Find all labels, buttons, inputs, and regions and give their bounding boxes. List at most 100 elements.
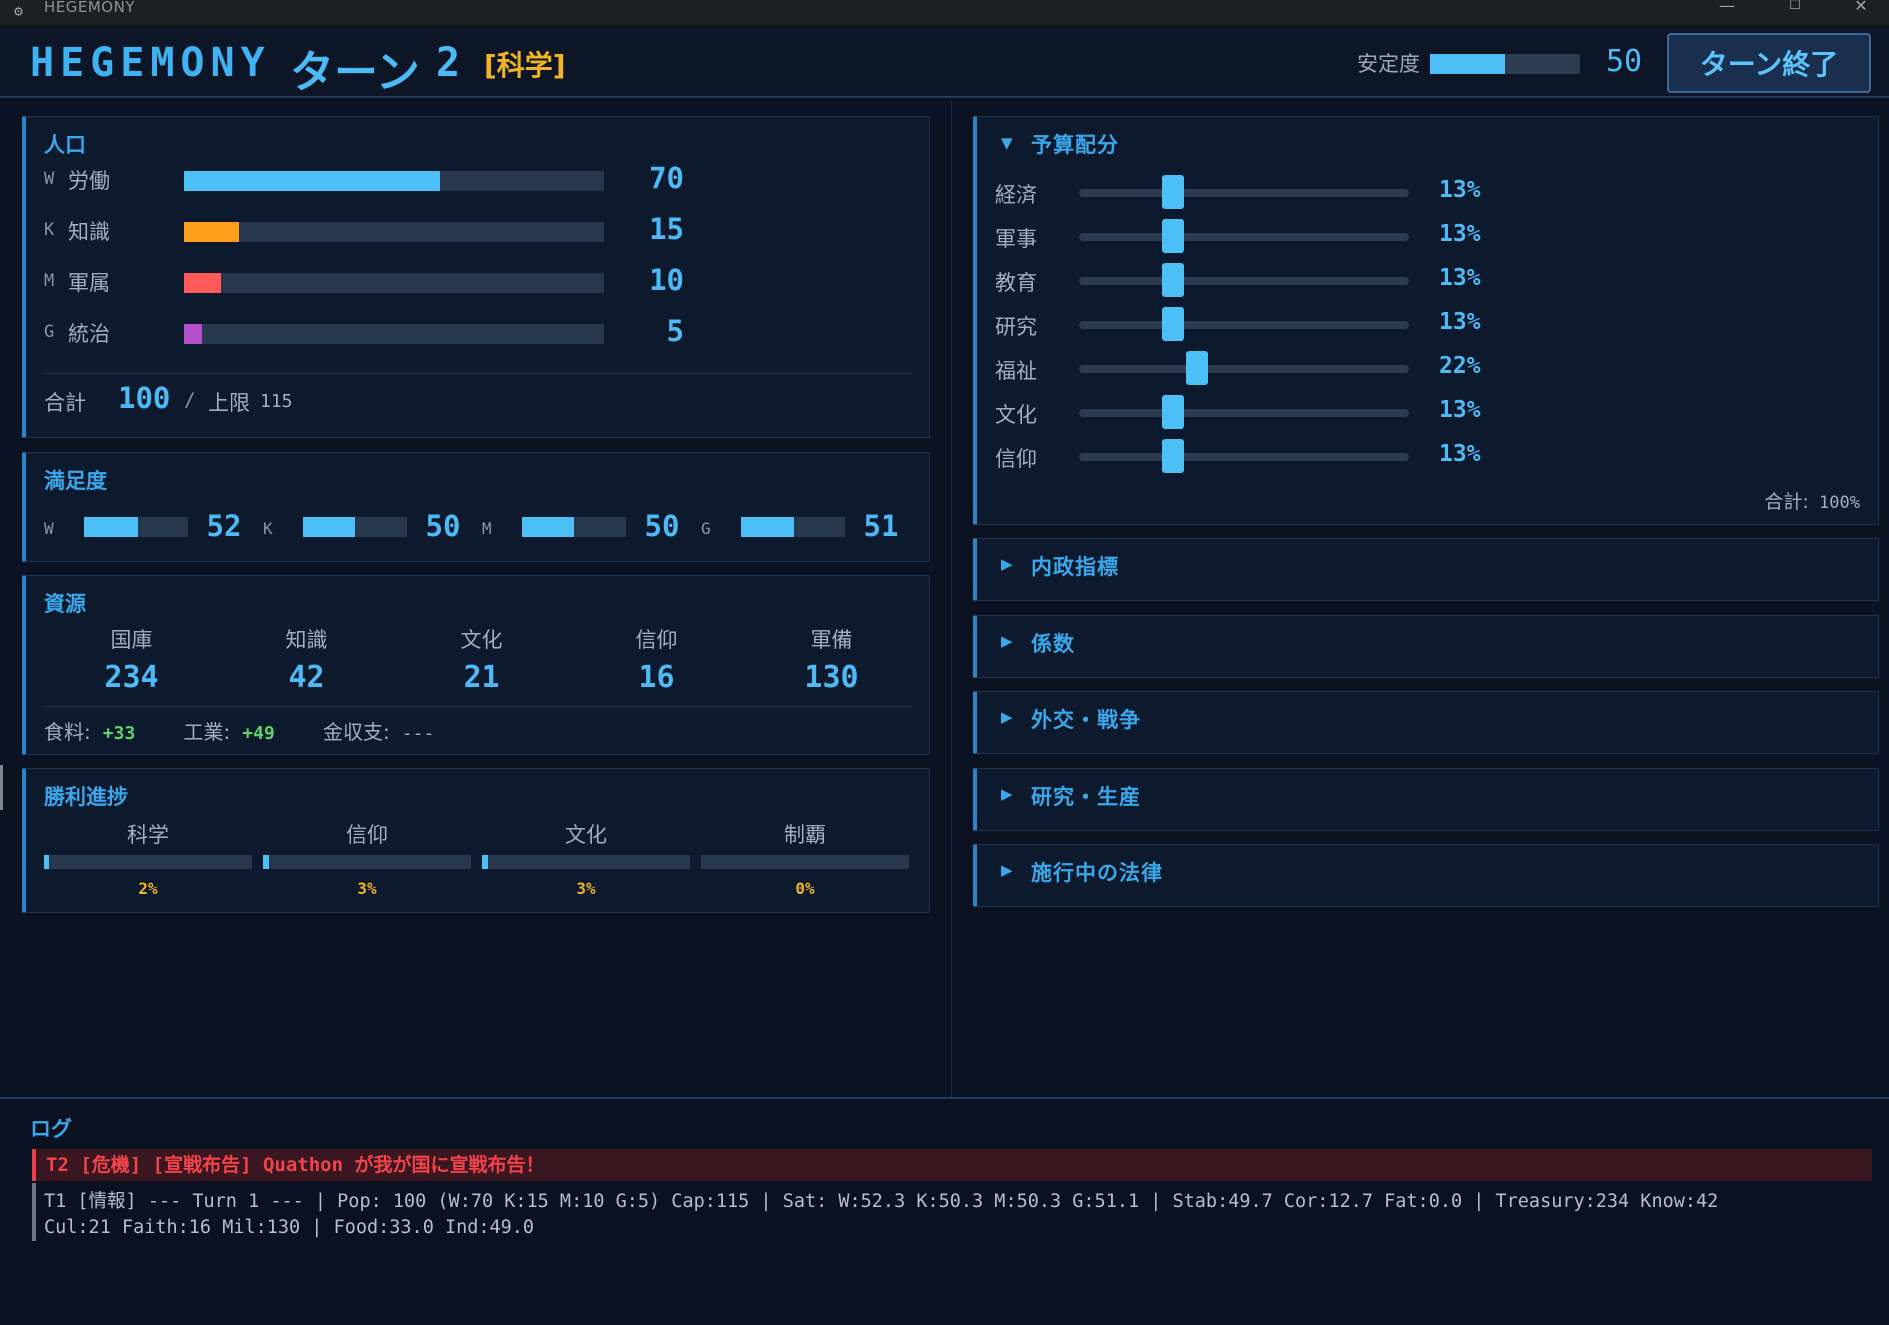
population-row: K 知識 15	[44, 212, 744, 252]
expand-triangle-icon[interactable]: ▶	[1001, 785, 1013, 803]
population-code: G	[44, 322, 55, 342]
victory-name: 文化	[565, 823, 607, 847]
minimize-icon[interactable]: —	[1697, 0, 1757, 14]
population-name: 統治	[68, 322, 110, 346]
resources-footer: 食料: +33 工業: +49 金収支: ---	[44, 716, 434, 745]
collapsible-section[interactable]: ▶ 研究・生産	[973, 767, 1879, 831]
section-title[interactable]: 研究・生産	[1031, 781, 1141, 811]
population-value: 10	[649, 263, 684, 297]
collapsible-section[interactable]: ▶ 係数	[973, 614, 1879, 678]
population-bar-fill	[184, 222, 239, 242]
satisfaction-code: G	[701, 519, 711, 538]
population-code: W	[44, 169, 55, 189]
victory-progress-fill	[44, 855, 50, 869]
budget-row: 信仰 13%	[995, 437, 1495, 477]
section-title[interactable]: 施行中の法律	[1031, 857, 1163, 887]
satisfaction-code: M	[482, 519, 492, 538]
collapsible-section[interactable]: ▶ 内政指標	[973, 538, 1879, 601]
population-bar	[184, 222, 604, 242]
section-title[interactable]: 内政指標	[1031, 551, 1119, 581]
satisfaction-group: W 52	[44, 509, 259, 551]
budget-row: 軍事 13%	[995, 217, 1495, 257]
budget-slider-track[interactable]	[1079, 233, 1409, 241]
population-bar-fill	[184, 171, 441, 191]
population-row: W 労働 70	[44, 161, 744, 201]
population-name: 知識	[68, 220, 110, 244]
gold-balance-value: ---	[401, 723, 435, 744]
satisfaction-title: 満足度	[44, 469, 107, 493]
population-cap-value: 115	[260, 391, 293, 412]
maximize-icon[interactable]: ☐	[1765, 0, 1825, 14]
resources-divider	[44, 706, 912, 707]
budget-slider-thumb[interactable]	[1186, 351, 1209, 385]
budget-name: 経済	[995, 183, 1037, 207]
victory-item: 信仰 3%	[263, 819, 471, 898]
budget-slider-track[interactable]	[1079, 365, 1409, 373]
population-bar-fill	[184, 273, 221, 293]
budget-slider-thumb[interactable]	[1162, 219, 1185, 253]
satisfaction-value: 50	[425, 509, 461, 543]
budget-slider-track[interactable]	[1079, 277, 1409, 285]
budget-value: 13%	[1439, 309, 1481, 335]
population-code: K	[44, 220, 55, 240]
budget-name: 軍事	[995, 227, 1037, 251]
budget-name: 信仰	[995, 447, 1037, 471]
close-icon[interactable]: ✕	[1836, 0, 1886, 14]
victory-title: 勝利進捗	[44, 785, 128, 809]
resource-item: 国庫 234	[44, 624, 219, 695]
budget-slider-track[interactable]	[1079, 189, 1409, 197]
budget-slider-thumb[interactable]	[1162, 439, 1185, 473]
satisfaction-bar	[741, 517, 845, 537]
section-title[interactable]: 係数	[1031, 628, 1075, 658]
section-title[interactable]: 外交・戦争	[1031, 704, 1141, 734]
budget-slider-thumb[interactable]	[1162, 263, 1185, 297]
stability-value: 50	[1606, 44, 1643, 79]
industry-value: +49	[242, 723, 275, 744]
game-header: HEGEMONY ターン 2 [科学] 安定度 50 ターン終了	[0, 26, 1889, 98]
resource-name: 知識	[285, 628, 328, 652]
victory-value: 0%	[795, 879, 815, 898]
budget-row: 福祉 22%	[995, 349, 1495, 389]
victory-mode-badge: [科学]	[484, 49, 566, 82]
budget-value: 13%	[1439, 397, 1481, 423]
end-turn-button[interactable]: ターン終了	[1667, 33, 1871, 93]
resource-item: 知識 42	[219, 624, 394, 695]
industry-label: 工業:	[183, 720, 231, 744]
collapsible-section[interactable]: ▶ 外交・戦争	[973, 691, 1879, 754]
resource-value: 21	[463, 660, 500, 695]
resize-handle[interactable]	[0, 765, 3, 810]
budget-slider-thumb[interactable]	[1162, 175, 1185, 209]
budget-slider-thumb[interactable]	[1162, 395, 1185, 429]
resource-name: 国庫	[110, 628, 153, 652]
column-divider	[951, 100, 952, 1097]
budget-slider-track[interactable]	[1079, 409, 1409, 417]
window-title: HEGEMONY	[44, 0, 135, 16]
expand-triangle-icon[interactable]: ▶	[1001, 555, 1013, 573]
budget-slider-thumb[interactable]	[1162, 307, 1185, 341]
population-total-value: 100	[118, 381, 171, 415]
collapsible-section[interactable]: ▶ 施行中の法律	[973, 844, 1879, 907]
resource-value: 42	[288, 660, 325, 695]
budget-value: 22%	[1439, 353, 1481, 379]
budget-slider-track[interactable]	[1079, 453, 1409, 461]
population-bar	[184, 171, 604, 191]
population-value: 70	[649, 161, 684, 195]
resource-item: 軍備 130	[744, 624, 919, 695]
satisfaction-bar	[84, 517, 188, 537]
satisfaction-bar-fill	[741, 517, 795, 537]
budget-slider-track[interactable]	[1079, 321, 1409, 329]
population-name: 労働	[68, 169, 110, 193]
expand-triangle-icon[interactable]: ▶	[1001, 632, 1013, 650]
victory-progress-bar	[263, 855, 471, 869]
population-slash: /	[184, 389, 196, 411]
budget-title[interactable]: 予算配分	[1031, 129, 1119, 159]
population-title: 人口	[44, 133, 86, 157]
victory-name: 科学	[127, 823, 169, 847]
population-divider	[44, 373, 912, 374]
expand-triangle-icon[interactable]: ▶	[1001, 708, 1013, 726]
log-panel: ログ T2 [危機] [宣戦布告] Quathon が我が国に宣戦布告！ T1 …	[0, 1097, 1889, 1325]
budget-value: 13%	[1439, 441, 1481, 467]
victory-name: 制覇	[784, 823, 826, 847]
expand-triangle-icon[interactable]: ▶	[1001, 861, 1013, 879]
collapse-triangle-icon[interactable]: ▼	[1001, 134, 1013, 152]
